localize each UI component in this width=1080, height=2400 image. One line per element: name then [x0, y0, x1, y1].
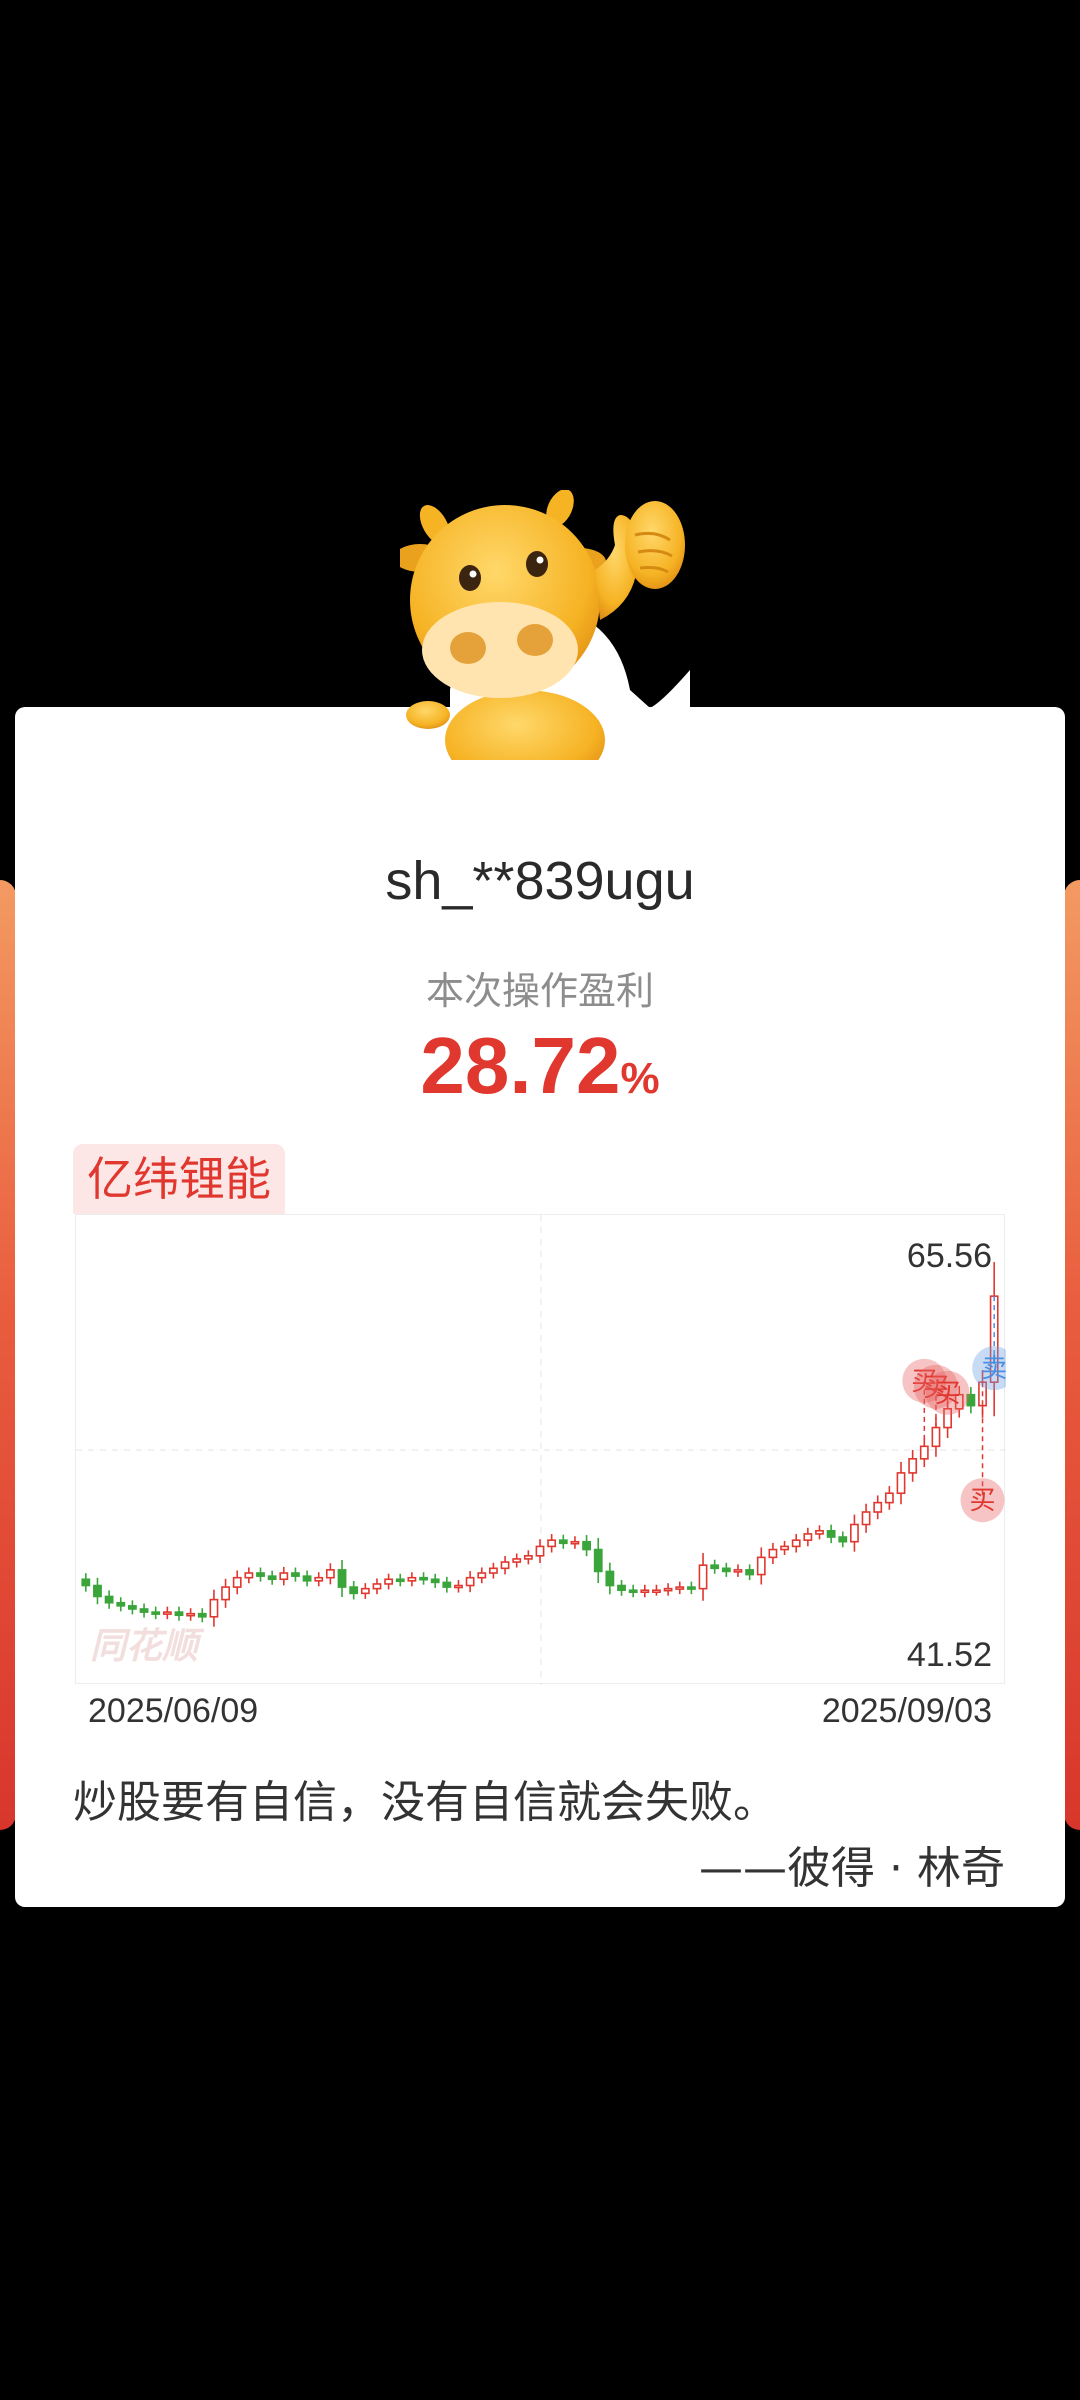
candle-body [652, 1589, 661, 1594]
quote-author: ——彼得 · 林奇 [699, 1843, 1005, 1894]
candle-body [558, 1539, 568, 1545]
candle-body [710, 1564, 720, 1570]
cow-mascot-icon [400, 490, 690, 760]
marker-label: 卖 [981, 1354, 1006, 1384]
marker-label: 买 [970, 1486, 996, 1516]
candle-body [675, 1586, 685, 1590]
candle-body [803, 1533, 813, 1541]
candle-body [745, 1569, 755, 1576]
candle-body [302, 1575, 312, 1582]
candle-body [151, 1611, 161, 1615]
candle-body [640, 1589, 650, 1594]
candle-body [279, 1572, 289, 1581]
x-start-label: 2025/06/09 [88, 1692, 259, 1730]
candle-body [756, 1556, 766, 1576]
candle-body [454, 1584, 463, 1589]
sell-marker: 卖 [972, 1346, 1006, 1391]
candle-body [116, 1601, 126, 1607]
candle-body [465, 1576, 475, 1587]
candle-body [489, 1567, 498, 1574]
watermark: 同花顺 [90, 1626, 199, 1667]
candle-body [221, 1586, 230, 1601]
candle-body [884, 1492, 894, 1504]
candle-body [850, 1523, 859, 1543]
candle-body [861, 1511, 871, 1526]
candle-body [314, 1576, 324, 1582]
candle-body [617, 1584, 626, 1592]
candle-body [547, 1539, 557, 1548]
candle-body [372, 1583, 382, 1590]
candle-body [931, 1426, 941, 1448]
y-min-label: 41.52 [906, 1636, 992, 1674]
candle-body [605, 1570, 615, 1587]
candle-body [186, 1612, 196, 1617]
candle-body [256, 1572, 265, 1577]
candle-body [267, 1575, 277, 1581]
candle-body [209, 1598, 219, 1618]
candle-body [395, 1578, 405, 1583]
buy-marker: 买 [960, 1478, 1005, 1523]
candle-body [407, 1576, 417, 1582]
candle-body [896, 1472, 906, 1495]
candle-body [582, 1540, 591, 1551]
y-max-label: 65.56 [906, 1237, 992, 1275]
candle-body [349, 1586, 359, 1595]
candle-body [442, 1581, 452, 1588]
candle-body [104, 1595, 114, 1604]
profit-label: 本次操作盈利 [425, 969, 654, 1013]
candle-body [919, 1445, 929, 1460]
candle-body [815, 1529, 824, 1535]
candle-body [291, 1572, 300, 1577]
kline-svg: 买买买买卖 [76, 1215, 1006, 1685]
candle-body [162, 1611, 172, 1615]
share-screen: sh_**839ugu 本次操作盈利 28.72% 亿纬锂能 买买买买卖 同花顺… [0, 0, 1080, 2400]
candle-body [419, 1576, 428, 1581]
candle-body [127, 1605, 137, 1610]
candle-body [232, 1576, 242, 1588]
candle-body [81, 1578, 91, 1587]
stock-name-tag: 亿纬锂能 [73, 1144, 285, 1214]
candle-body [686, 1586, 696, 1590]
candle-body [360, 1587, 370, 1595]
candle-body [873, 1501, 883, 1513]
candle-body [838, 1536, 848, 1543]
candle-body [93, 1584, 102, 1598]
candle-body [733, 1569, 743, 1573]
candle-body [197, 1612, 207, 1618]
candle-body [512, 1558, 522, 1563]
username: sh_**839ugu [385, 851, 695, 911]
candle-body [523, 1555, 533, 1560]
candle-body [535, 1545, 545, 1557]
profit-number: 28.72 [420, 1021, 621, 1110]
candle-body [628, 1589, 638, 1594]
candle-body [244, 1572, 254, 1579]
candle-body [791, 1539, 801, 1548]
candle-body [384, 1578, 394, 1585]
candle-body [698, 1564, 708, 1590]
profit-unit: % [620, 1054, 660, 1103]
candle-body [325, 1569, 335, 1579]
candle-body [908, 1458, 918, 1474]
buy-marker: 买 [925, 1370, 970, 1415]
quote-text: 炒股要有自信，没有自信就会失败。 [73, 1777, 777, 1828]
candle-body [663, 1587, 673, 1592]
candle-body [721, 1567, 731, 1573]
marker-label: 买 [935, 1379, 961, 1409]
candle-body [337, 1569, 347, 1588]
kline-chart: 买买买买卖 同花顺 65.56 41.52 [75, 1214, 1006, 1685]
candle-body [430, 1578, 440, 1584]
candle-body [174, 1611, 184, 1617]
candle-body [768, 1548, 778, 1559]
candle-body [500, 1561, 510, 1570]
candle-body [570, 1540, 580, 1545]
candle-body [826, 1529, 836, 1538]
x-end-label: 2025/09/03 [821, 1692, 992, 1730]
profit-value: 28.72% [0, 1020, 1080, 1112]
candle-body [780, 1545, 789, 1551]
candle-body [593, 1548, 603, 1573]
candle-body [139, 1608, 149, 1613]
candle-body [477, 1572, 487, 1579]
